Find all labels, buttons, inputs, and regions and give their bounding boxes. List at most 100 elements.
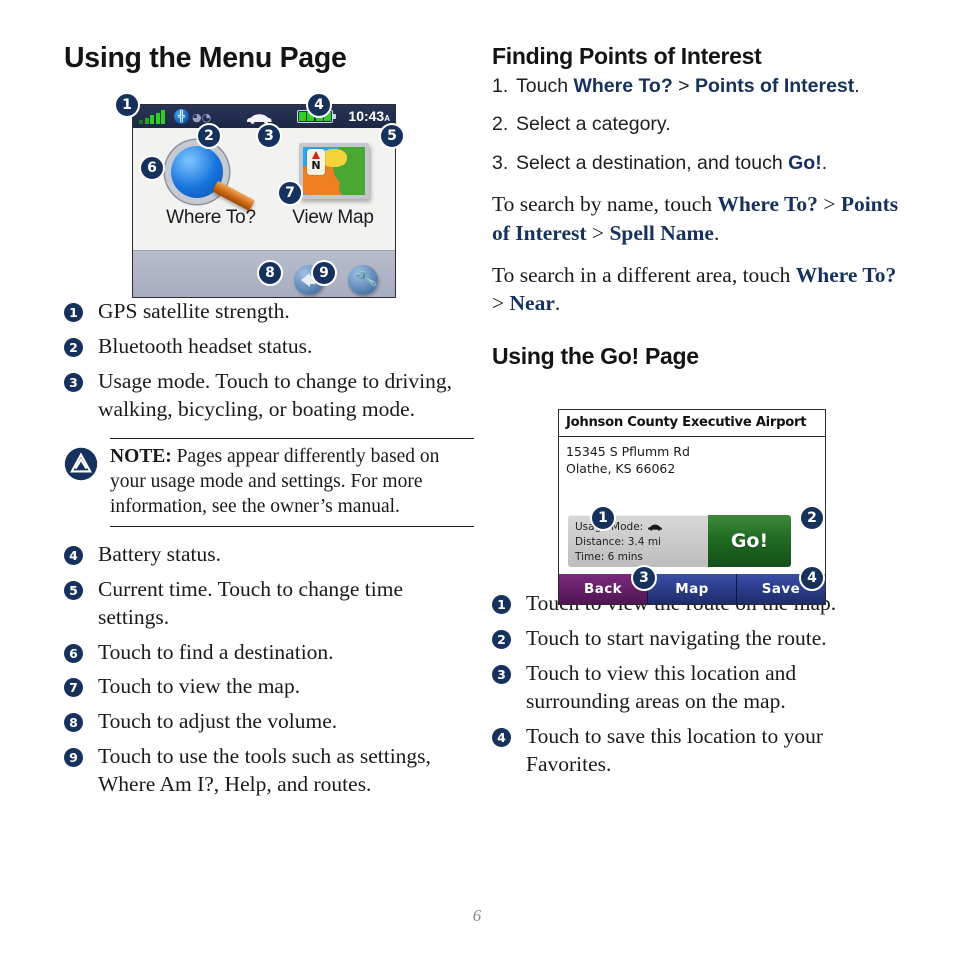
view-map-label: View Map [292, 207, 374, 228]
using-go-page-title: Using the Go! Page [492, 342, 699, 369]
ui-term: Where To? [717, 192, 818, 217]
callout-badge: 2 [64, 337, 83, 357]
magnifier-icon [151, 140, 271, 212]
clock-time: 10:43 [348, 108, 385, 124]
list-item: 4 Battery status. [64, 541, 474, 569]
go-marker-2: 2 [799, 505, 825, 531]
list-item: 8 Touch to adjust the volume. [64, 708, 474, 736]
ui-term: Points of Interest [695, 75, 855, 98]
list-item: 3. Select a destination, and touch Go!. [492, 151, 902, 176]
route-info-panel[interactable]: Usage Mode: Distance: 3.4 mi Time: 6 min… [568, 515, 708, 567]
finding-poi-title: Finding Points of Interest [492, 43, 762, 69]
page-title: Using the Menu Page [64, 42, 347, 74]
callout-text: Current time. Touch to change time setti… [98, 576, 403, 629]
callout-badge: 8 [64, 713, 83, 733]
callout-text: Touch to find a destination. [98, 639, 334, 664]
callout-text: Touch to view the map. [98, 674, 301, 699]
list-item: 2. Select a category. [492, 112, 902, 137]
marker-9: 9 [311, 260, 337, 286]
callout-text: Touch to start navigating the route. [526, 625, 827, 650]
callout-text: Touch to view this location and surround… [526, 660, 797, 713]
callout-badge: 3 [492, 664, 511, 684]
distance-row: Distance: 3.4 mi [575, 535, 661, 548]
address-line-2: Olathe, KS 66062 [566, 460, 676, 476]
callout-text: Bluetooth headset status. [98, 333, 313, 358]
tools-button[interactable]: 🔧 Tools [337, 265, 389, 297]
callout-text: Usage mode. Touch to change to driving, … [98, 368, 452, 421]
callout-badge: 2 [492, 629, 511, 649]
wrench-icon: 🔧 [348, 265, 379, 295]
where-to-label: Where To? [166, 207, 256, 228]
list-item: 7 Touch to view the map. [64, 673, 474, 701]
ui-term: Where To? [573, 75, 673, 98]
callout-badge: 4 [492, 727, 511, 747]
go-marker-3: 3 [631, 565, 657, 591]
list-item: 2 Bluetooth headset status. [64, 333, 474, 361]
callout-badge: 3 [64, 372, 83, 392]
step-number: 3. [492, 151, 509, 174]
callout-text: GPS satellite strength. [98, 298, 290, 323]
clock-ampm: A [384, 114, 390, 123]
car-icon [245, 111, 273, 124]
location-name: Johnson County Executive Airport [559, 410, 825, 437]
list-item: 6 Touch to find a destination. [64, 639, 474, 667]
callout-badge: 1 [64, 302, 83, 322]
where-to-tile[interactable]: Where To? [151, 140, 271, 229]
marker-2: 2 [196, 123, 222, 149]
note-box: NOTE: Pages appear differently based on … [64, 437, 474, 527]
headset-icon: ◕◔ [192, 111, 212, 124]
page-number: 6 [472, 906, 482, 925]
callout-badge: 1 [492, 594, 511, 614]
ui-term: Go! [788, 151, 822, 174]
ui-term: Where To? [795, 262, 897, 287]
marker-1: 1 [114, 92, 140, 118]
address-line-1: 15345 S Pflumm Rd [566, 444, 690, 459]
callout-text: Touch to save this location to your Favo… [526, 723, 824, 776]
search-different-area-paragraph: To search in a different area, touch Whe… [492, 262, 897, 316]
callout-text: Touch to use the tools such as settings,… [98, 744, 431, 797]
marker-4: 4 [306, 92, 332, 118]
time-row: Time: 6 mins [575, 550, 643, 563]
volume-label: Volume [283, 296, 335, 297]
list-item: 1. Touch Where To? > Points of Interest. [492, 74, 902, 99]
callout-text: Touch to adjust the volume. [98, 709, 338, 734]
tools-label: Tools [337, 296, 389, 297]
step-text: Select a destination, and touch Go!. [516, 151, 828, 174]
go-marker-1: 1 [590, 505, 616, 531]
list-item: 3 Touch to view this location and surrou… [492, 660, 902, 716]
location-address: 15345 S Pflumm Rd Olathe, KS 66062 [566, 444, 690, 478]
note-label: NOTE: [110, 445, 172, 467]
step-text: Touch Where To? > Points of Interest. [516, 75, 860, 98]
marker-5: 5 [379, 123, 405, 149]
list-item: 9 Touch to use the tools such as setting… [64, 743, 474, 799]
callout-badge: 6 [64, 643, 83, 663]
go-marker-4: 4 [799, 565, 825, 591]
search-by-name-paragraph: To search by name, touch Where To? > Poi… [492, 192, 899, 245]
go-callout-list: 1 Touch to view the route on the map. 2 … [492, 590, 902, 779]
compass-north-icon: N [307, 149, 325, 175]
list-item: 5 Current time. Touch to change time set… [64, 576, 474, 632]
marker-6: 6 [139, 155, 165, 181]
bluetooth-icon: ╬ [174, 109, 189, 124]
ui-term: Near [509, 291, 555, 316]
map-button[interactable]: Map [647, 574, 736, 604]
list-item: 2 Touch to start navigating the route. [492, 625, 902, 653]
list-item: 4 Touch to save this location to your Fa… [492, 723, 902, 779]
marker-3: 3 [256, 123, 282, 149]
garmin-note-icon [64, 447, 98, 481]
callout-badge: 4 [64, 545, 83, 565]
manual-page: Using the Menu Page 1 GPS satellite stre… [0, 0, 954, 954]
note-body: NOTE: Pages appear differently based on … [110, 437, 474, 527]
step-number: 2. [492, 113, 509, 136]
callout-text: Battery status. [98, 541, 222, 566]
marker-7: 7 [277, 180, 303, 206]
callout-badge: 5 [64, 580, 83, 600]
marker-8: 8 [257, 260, 283, 286]
step-number: 1. [492, 75, 509, 98]
go-bottom-bar: Back Map Save [559, 574, 825, 604]
callout-badge: 9 [64, 748, 83, 768]
menu-callout-list-a: 1 GPS satellite strength. 2 Bluetooth he… [64, 298, 474, 424]
car-icon [647, 521, 663, 531]
go-button[interactable]: Go! [708, 515, 791, 567]
menu-callout-list-b: 4 Battery status. 5 Current time. Touch … [64, 541, 474, 800]
